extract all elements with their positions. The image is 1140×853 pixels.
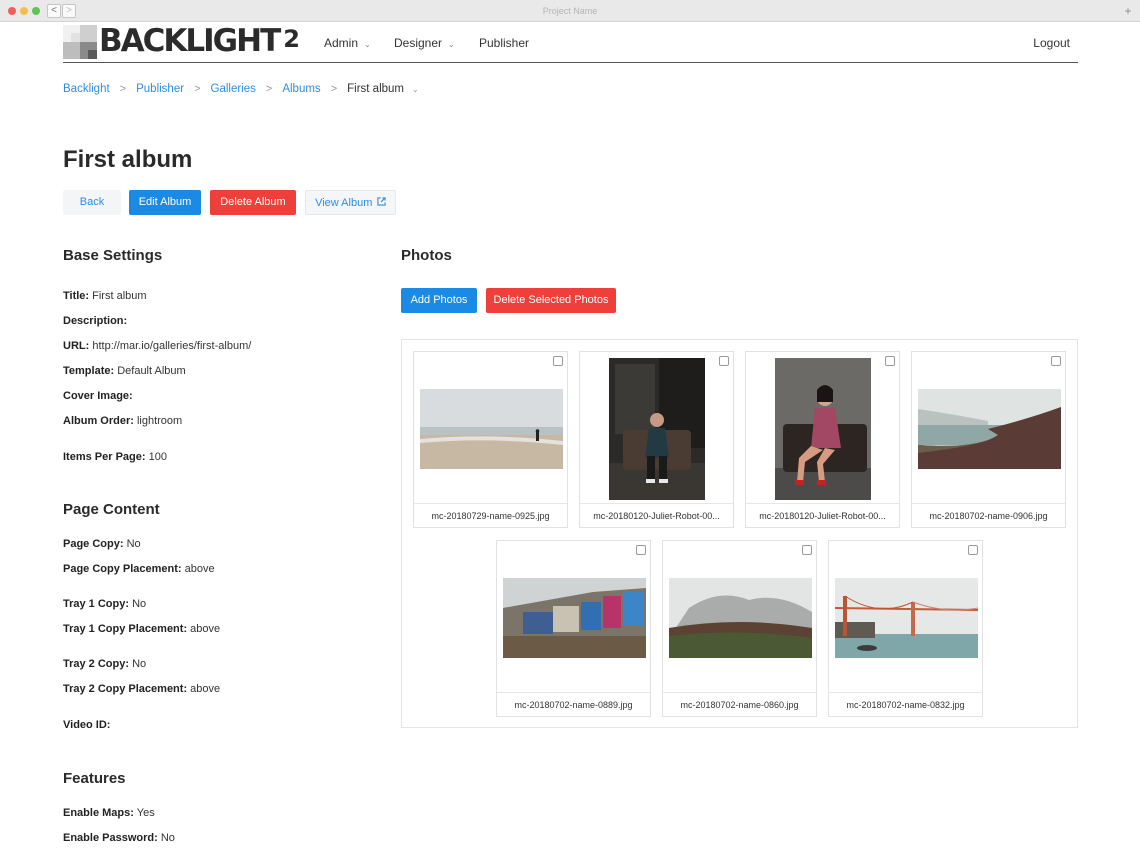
- logo-mark-icon: [63, 25, 97, 59]
- photo-card[interactable]: mc-20180702-name-0832.jpg: [828, 540, 983, 717]
- photo-filename: mc-20180120-Juliet-Robot-00...: [580, 503, 733, 527]
- field-tray1-copy: Tray 1 Copy: No: [63, 598, 147, 610]
- field-title: Title: First album: [63, 290, 147, 302]
- photo-checkbox[interactable]: [885, 356, 895, 366]
- view-album-button[interactable]: View Album: [305, 190, 396, 215]
- page-content-heading: Page Content: [63, 501, 160, 518]
- logout-link[interactable]: Logout: [1033, 36, 1070, 50]
- photo-checkbox[interactable]: [553, 356, 563, 366]
- photo-filename: mc-20180729-name-0925.jpg: [414, 503, 567, 527]
- photo-checkbox[interactable]: [719, 356, 729, 366]
- field-video-id: Video ID:: [63, 719, 111, 731]
- new-tab-button[interactable]: +: [1121, 4, 1135, 18]
- chevron-down-icon: ⌄: [364, 40, 371, 49]
- photo-filename: mc-20180702-name-0889.jpg: [497, 692, 650, 716]
- breadcrumb-backlight[interactable]: Backlight: [63, 83, 110, 95]
- breadcrumb-publisher[interactable]: Publisher: [136, 83, 184, 95]
- photo-filename: mc-20180702-name-0832.jpg: [829, 692, 982, 716]
- photo-thumbnail[interactable]: [829, 541, 982, 693]
- photo-checkbox[interactable]: [636, 545, 646, 555]
- menu-designer[interactable]: Designer ⌄: [394, 36, 455, 50]
- delete-album-button[interactable]: Delete Album: [210, 190, 296, 215]
- external-link-icon: [374, 197, 386, 208]
- breadcrumb-galleries[interactable]: Galleries: [211, 83, 256, 95]
- field-tray1-copy-placement: Tray 1 Copy Placement: above: [63, 623, 221, 635]
- field-enable-password: Enable Password: No: [63, 832, 175, 844]
- photo-card[interactable]: mc-20180729-name-0925.jpg: [413, 351, 568, 528]
- photo-card[interactable]: mc-20180120-Juliet-Robot-00...: [579, 351, 734, 528]
- photo-filename: mc-20180120-Juliet-Robot-00...: [746, 503, 899, 527]
- photo-checkbox[interactable]: [1051, 356, 1061, 366]
- edit-album-button[interactable]: Edit Album: [129, 190, 201, 215]
- breadcrumb: Backlight > Publisher > Galleries > Albu…: [63, 83, 419, 95]
- photo-thumbnail[interactable]: [663, 541, 816, 693]
- field-album-order: Album Order: lightroom: [63, 415, 183, 427]
- browser-chrome: < > Project Name +: [0, 0, 1140, 22]
- base-settings-heading: Base Settings: [63, 247, 163, 264]
- menu-publisher[interactable]: Publisher: [479, 36, 529, 50]
- photo-thumbnail[interactable]: [912, 352, 1065, 504]
- field-tray2-copy-placement: Tray 2 Copy Placement: above: [63, 683, 221, 695]
- field-cover-image: Cover Image:: [63, 390, 133, 402]
- features-heading: Features: [63, 770, 126, 787]
- photo-thumbnail[interactable]: [497, 541, 650, 693]
- field-description: Description:: [63, 315, 128, 327]
- backlight-logo[interactable]: BACKLIGHT 2: [63, 23, 300, 59]
- photo-card[interactable]: mc-20180702-name-0906.jpg: [911, 351, 1066, 528]
- breadcrumb-albums[interactable]: Albums: [282, 83, 320, 95]
- photo-card[interactable]: mc-20180120-Juliet-Robot-00...: [745, 351, 900, 528]
- field-tray2-copy: Tray 2 Copy: No: [63, 658, 147, 670]
- photo-card[interactable]: mc-20180702-name-0860.jpg: [662, 540, 817, 717]
- field-enable-maps: Enable Maps: Yes: [63, 807, 155, 819]
- photo-thumbnail[interactable]: [580, 352, 733, 504]
- breadcrumb-current[interactable]: First album: [347, 83, 404, 95]
- chevron-right-icon: >: [330, 83, 338, 95]
- photo-filename: mc-20180702-name-0906.jpg: [912, 503, 1065, 527]
- field-page-copy: Page Copy: No: [63, 538, 141, 550]
- add-photos-button[interactable]: Add Photos: [401, 288, 477, 313]
- delete-selected-photos-button[interactable]: Delete Selected Photos: [486, 288, 616, 313]
- photo-grid: mc-20180729-name-0925.jpg mc-20180120-Ju…: [401, 339, 1078, 728]
- chevron-right-icon: >: [119, 83, 127, 95]
- field-page-copy-placement: Page Copy Placement: above: [63, 563, 215, 575]
- field-items-per-page: Items Per Page: 100: [63, 451, 167, 463]
- chevron-right-icon: >: [265, 83, 273, 95]
- menu-admin[interactable]: Admin ⌄: [324, 36, 371, 50]
- field-url: URL: http://mar.io/galleries/first-album…: [63, 340, 252, 352]
- chevron-right-icon: >: [194, 83, 201, 95]
- photo-checkbox[interactable]: [968, 545, 978, 555]
- photos-heading: Photos: [401, 247, 452, 264]
- top-navigation: BACKLIGHT 2 Admin ⌄ Designer ⌄ Publisher Lo…: [63, 23, 1078, 63]
- browser-title: Project Name: [542, 6, 598, 16]
- photo-checkbox[interactable]: [802, 545, 812, 555]
- photo-filename: mc-20180702-name-0860.jpg: [663, 692, 816, 716]
- chevron-down-icon[interactable]: ⌄: [412, 85, 419, 94]
- page-title: First album: [63, 146, 193, 173]
- logo-text: BACKLIGHT 2: [99, 23, 300, 59]
- photo-card[interactable]: mc-20180702-name-0889.jpg: [496, 540, 651, 717]
- back-button[interactable]: Back: [63, 190, 121, 215]
- photo-thumbnail[interactable]: [746, 352, 899, 504]
- field-template: Template: Default Album: [63, 365, 186, 377]
- chevron-down-icon: ⌄: [448, 40, 455, 49]
- photo-thumbnail[interactable]: [414, 352, 567, 504]
